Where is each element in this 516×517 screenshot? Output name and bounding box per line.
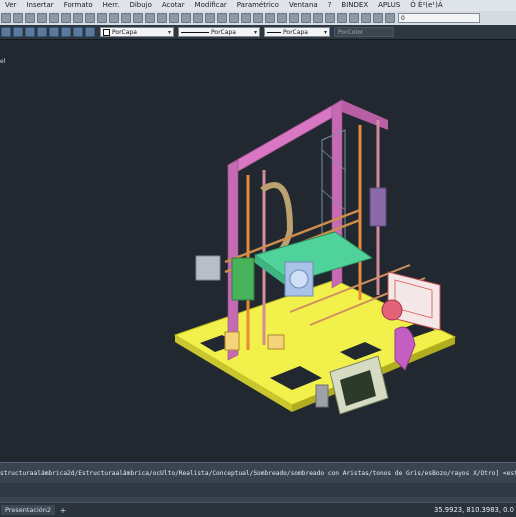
ucs-icon[interactable] [37,27,47,37]
menu-ver[interactable]: Ver [0,0,21,11]
printer-3d-model[interactable] [0,40,516,462]
color-select-value: PorCapa [112,28,137,36]
plotstyle-field[interactable]: PorColor [334,27,394,37]
orbit-icon[interactable] [73,27,83,37]
layer-select[interactable]: 0 [398,13,480,23]
menu-formato[interactable]: Formato [59,0,98,11]
command-line: structuraalámbrica2d/Estructuraalámbrica… [0,462,516,503]
fan-part [381,299,403,321]
menu-acotar[interactable]: Acotar [157,0,190,11]
lineweight-select-value: PorCapa [283,28,308,36]
linetype-select-value: PorCapa [211,28,236,36]
layout-tab[interactable]: Presentación2 [1,505,55,515]
properties-toolbar: PorCapa ▾ PorCapa ▾ PorCapa ▾ PorColor [0,25,516,40]
layer-sun-icon[interactable] [361,13,371,23]
sheet-set-icon[interactable] [217,13,227,23]
layer-color-icon[interactable] [325,13,335,23]
open-icon[interactable] [13,13,23,23]
tool-palettes-icon[interactable] [205,13,215,23]
help-icon[interactable] [253,13,263,23]
add-tab-button[interactable]: + [58,506,68,515]
zoom-window-icon[interactable] [157,13,167,23]
menu-insertar[interactable]: Insertar [21,0,58,11]
layer-select-value: 0 [401,14,405,22]
menu-dibujo[interactable]: Dibujo [124,0,156,11]
zoom-realtime-icon[interactable] [145,13,155,23]
coordinate-readout: 35.9923, 810.3983, 0.0 [434,506,514,514]
frame-top-side [342,100,388,130]
viewport-label[interactable]: el [0,58,5,65]
render-icon[interactable] [85,27,95,37]
command-history: structuraalámbrica2d/Estructuraalámbrica… [0,470,516,477]
layer-visibility-icon[interactable] [289,13,299,23]
color-select[interactable]: PorCapa ▾ [100,27,174,37]
menu-parametrico[interactable]: Paramétrico [232,0,284,11]
z-motor-right [369,187,387,227]
markup-icon[interactable] [229,13,239,23]
layer-freeze-icon[interactable] [301,13,311,23]
menu-ventana[interactable]: Ventana [284,0,323,11]
save-icon[interactable] [25,13,35,23]
undo-icon[interactable] [109,13,119,23]
linetype-select[interactable]: PorCapa ▾ [178,27,260,37]
zoom-previous-icon[interactable] [169,13,179,23]
small-block [224,331,240,351]
copy-icon[interactable] [73,13,83,23]
layer-isolate-icon[interactable] [349,13,359,23]
paste-icon[interactable] [85,13,95,23]
command-input[interactable] [0,483,516,497]
pan-icon[interactable] [133,13,143,23]
visual-style-icon[interactable] [61,27,71,37]
layer-square-icon[interactable] [373,13,383,23]
layer-state-icon[interactable] [277,13,287,23]
properties-icon[interactable] [181,13,191,23]
menu-aplus[interactable]: APLUS [373,0,405,11]
new-icon[interactable] [1,13,11,23]
print-icon[interactable] [37,13,47,23]
lineweight-select[interactable]: PorCapa ▾ [264,27,330,37]
layer-extra-icon[interactable] [385,13,395,23]
chevron-down-icon: ▾ [323,28,327,36]
layer-previous-icon[interactable] [13,27,23,37]
cut-icon[interactable] [61,13,71,23]
drawing-viewport[interactable] [0,40,516,462]
make-current-icon[interactable] [25,27,35,37]
layer-toggle-icon[interactable] [337,13,347,23]
x-motor-mount [231,257,255,301]
stepper-motor [195,255,221,281]
menu-bindex[interactable]: BINDEX [336,0,373,11]
chevron-down-icon: ▾ [253,28,257,36]
workspace-icon[interactable] [1,27,11,37]
menu-ayuda[interactable]: ? [323,0,337,11]
preview-icon[interactable] [49,13,59,23]
design-center-icon[interactable] [193,13,203,23]
calculator-icon[interactable] [241,13,251,23]
lineweight-preview-icon [267,31,281,33]
status-bar: Presentación2 + 35.9923, 810.3983, 0.0 [0,502,516,517]
plotstyle-value: PorColor [338,28,364,36]
extruder-fan [289,269,309,289]
menu-modificar[interactable]: Modificar [190,0,232,11]
layer-manager-icon[interactable] [265,13,275,23]
chevron-down-icon: ▾ [167,28,171,36]
redo-icon[interactable] [121,13,131,23]
menu-bar: Ver Insertar Formato Herr. Dibujo Acotar… [0,0,516,11]
menu-herr[interactable]: Herr. [98,0,125,11]
menu-extra[interactable]: Ó È²(e¹)Á [405,0,447,11]
view-icon[interactable] [49,27,59,37]
small-block [267,334,285,350]
standard-toolbar: 0 [0,11,516,26]
color-swatch-icon [103,28,110,36]
layer-lock-icon[interactable] [313,13,323,23]
lcd-knob [315,384,329,408]
linetype-preview-icon [181,31,209,33]
match-properties-icon[interactable] [97,13,107,23]
